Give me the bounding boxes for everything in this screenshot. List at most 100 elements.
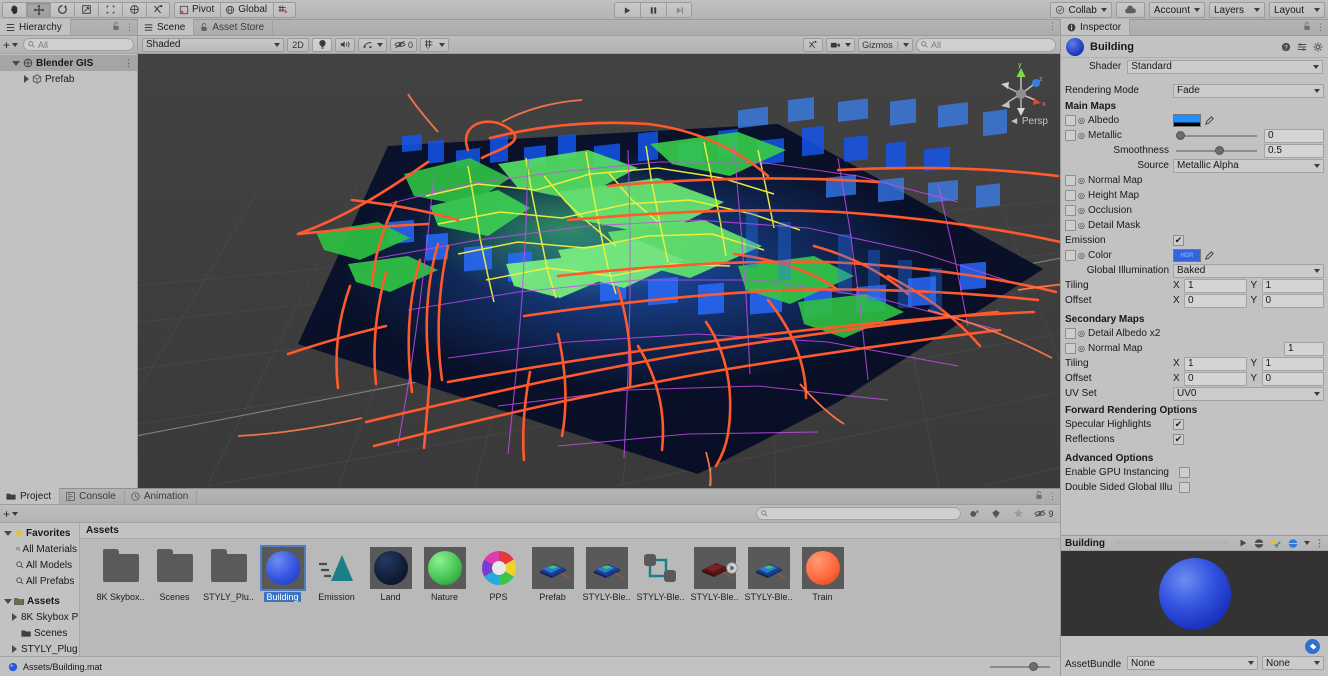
tiling-x-field[interactable]: 1 [1184, 278, 1247, 293]
toggle-lighting-button[interactable] [312, 37, 332, 52]
metallic-slider[interactable] [1173, 129, 1260, 143]
metallic-track[interactable] [1176, 130, 1257, 140]
scene-tools-button[interactable] [803, 37, 824, 52]
albedo-texture-slot[interactable] [1173, 114, 1215, 127]
play-button[interactable] [614, 2, 640, 18]
toggle-fx-button[interactable] [358, 37, 387, 52]
emission-toggle[interactable]: ✔ [1173, 235, 1184, 246]
emission-color-toggle[interactable] [1065, 250, 1076, 261]
rendering-mode-dropdown[interactable]: Fade [1173, 83, 1324, 98]
tree-item-8k-skybox[interactable]: 8K Skybox P [0, 609, 79, 625]
scene-viewport[interactable]: y x z ◄ Persp [138, 54, 1060, 488]
sec-offset-y-field[interactable]: 0 [1261, 371, 1324, 386]
hierarchy-add-button[interactable]: + [3, 38, 20, 52]
smoothness-knob[interactable] [1214, 145, 1224, 155]
emission-color-swatch[interactable]: HDR [1173, 249, 1201, 262]
expand-arrow-icon[interactable] [12, 613, 17, 621]
rect-tool-button[interactable] [98, 1, 122, 18]
tree-item-all-materials[interactable]: All Materials [0, 541, 79, 557]
preview-menu-icon[interactable]: ⋮ [1315, 539, 1324, 548]
specular-highlights-toggle[interactable]: ✔ [1173, 419, 1184, 430]
hierarchy-item-blender-gis[interactable]: Blender GIS ⋮ [0, 55, 137, 71]
gpu-instancing-toggle[interactable] [1179, 467, 1190, 478]
tree-item-all-models[interactable]: All Models [0, 557, 79, 573]
inspector-menu-icon[interactable]: ⋮ [1316, 22, 1325, 31]
toggle-2d-button[interactable]: 2D [287, 37, 309, 52]
scale-tool-button[interactable] [74, 1, 98, 18]
secondary-normal-map-toggle[interactable] [1065, 343, 1076, 354]
asset-item-styly-blender-3[interactable]: STYLY-Ble.. [688, 547, 741, 602]
metallic-value-field[interactable]: 0 [1264, 128, 1324, 143]
move-tool-button[interactable] [26, 1, 50, 18]
step-button[interactable] [666, 2, 692, 18]
preview-play-icon[interactable] [1238, 538, 1248, 548]
play-overlay-icon[interactable] [725, 562, 738, 574]
preview-shape-icon[interactable] [1253, 538, 1265, 549]
camera-settings-button[interactable] [826, 37, 856, 52]
asset-item-styly-blender-1[interactable]: STYLY-Ble.. [580, 547, 633, 602]
assetbundle-variant-dropdown[interactable]: None [1262, 656, 1324, 670]
occlusion-toggle[interactable] [1065, 205, 1076, 216]
thumbnail-zoom-slider[interactable] [990, 666, 1050, 668]
preview-viewport[interactable] [1061, 551, 1328, 636]
scene-perspective-label[interactable]: ◄ Persp [1009, 116, 1048, 127]
layers-button[interactable]: Layers [1209, 2, 1265, 18]
preview-drag-handle[interactable] [1114, 541, 1229, 545]
expand-arrow-icon[interactable] [4, 530, 12, 536]
asset-item-styly-blender-2[interactable]: STYLY-Ble.. [634, 547, 687, 602]
tab-scene[interactable]: Scene [138, 19, 195, 35]
smoothness-slider[interactable] [1173, 144, 1260, 158]
tab-project[interactable]: Project [0, 488, 61, 504]
asset-label-button[interactable] [1305, 639, 1320, 654]
albedo-toggle[interactable] [1065, 115, 1076, 126]
offset-y-field[interactable]: 0 [1261, 293, 1324, 308]
sec-offset-x-field[interactable]: 0 [1184, 371, 1247, 386]
reflections-toggle[interactable]: ✔ [1173, 434, 1184, 445]
detail-albedo-toggle[interactable] [1065, 328, 1076, 339]
asset-item-styly-plugin[interactable]: STYLY_Plu.. [202, 547, 255, 602]
asset-item-8k-skybox[interactable]: 8K Skybox.. [94, 547, 147, 602]
height-map-toggle[interactable] [1065, 190, 1076, 201]
pivot-toggle-button[interactable]: Pivot [174, 1, 221, 18]
pause-button[interactable] [640, 2, 666, 18]
help-icon[interactable]: ? [1281, 42, 1291, 52]
project-search-input[interactable] [756, 507, 961, 520]
double-sided-gi-toggle[interactable] [1179, 482, 1190, 493]
offset-x-field[interactable]: 0 [1184, 293, 1247, 308]
preset-icon[interactable] [1297, 42, 1307, 52]
sec-tiling-x-field[interactable]: 1 [1184, 356, 1247, 371]
normal-map-toggle[interactable] [1065, 175, 1076, 186]
hierarchy-search-input[interactable]: All [23, 38, 134, 51]
preview-material-icon[interactable] [1287, 538, 1299, 549]
grid-snap-button[interactable] [273, 1, 297, 18]
expand-arrow-icon[interactable] [12, 645, 17, 653]
asset-item-land[interactable]: Land [364, 547, 417, 602]
lock-icon[interactable] [1035, 491, 1043, 500]
tab-animation[interactable]: Animation [125, 488, 198, 504]
toggle-scene-visibility-button[interactable]: 0 [390, 37, 418, 52]
tree-item-all-prefabs[interactable]: All Prefabs [0, 573, 79, 589]
custom-tool-button[interactable] [146, 1, 170, 18]
chevron-down-icon[interactable] [1304, 541, 1310, 545]
transform-tool-button[interactable] [122, 1, 146, 18]
asset-item-prefab[interactable]: Prefab [526, 547, 579, 602]
global-illumination-dropdown[interactable]: Baked [1173, 263, 1324, 278]
asset-item-scenes[interactable]: Scenes [148, 547, 201, 602]
thumbnail-zoom-knob[interactable] [1029, 662, 1038, 671]
asset-item-pps[interactable]: PPS [472, 547, 525, 602]
project-menu-icon[interactable]: ⋮ [1048, 491, 1057, 500]
tiling-y-field[interactable]: 1 [1261, 278, 1324, 293]
hierarchy-row-menu-icon[interactable]: ⋮ [124, 59, 133, 68]
detail-mask-toggle[interactable] [1065, 220, 1076, 231]
asset-item-nature[interactable]: Nature [418, 547, 471, 602]
hierarchy-item-prefab[interactable]: Prefab [0, 71, 137, 87]
expand-arrow-icon[interactable] [12, 60, 20, 66]
secondary-normal-value-field[interactable]: 1 [1284, 341, 1324, 356]
metallic-toggle[interactable] [1065, 130, 1076, 141]
tab-hierarchy[interactable]: Hierarchy [0, 19, 71, 35]
expand-arrow-icon[interactable] [4, 598, 12, 604]
layout-button[interactable]: Layout [1269, 2, 1325, 18]
toggle-audio-button[interactable] [335, 37, 355, 52]
tab-console[interactable]: Console [60, 488, 125, 504]
assetbundle-dropdown[interactable]: None [1127, 656, 1258, 670]
